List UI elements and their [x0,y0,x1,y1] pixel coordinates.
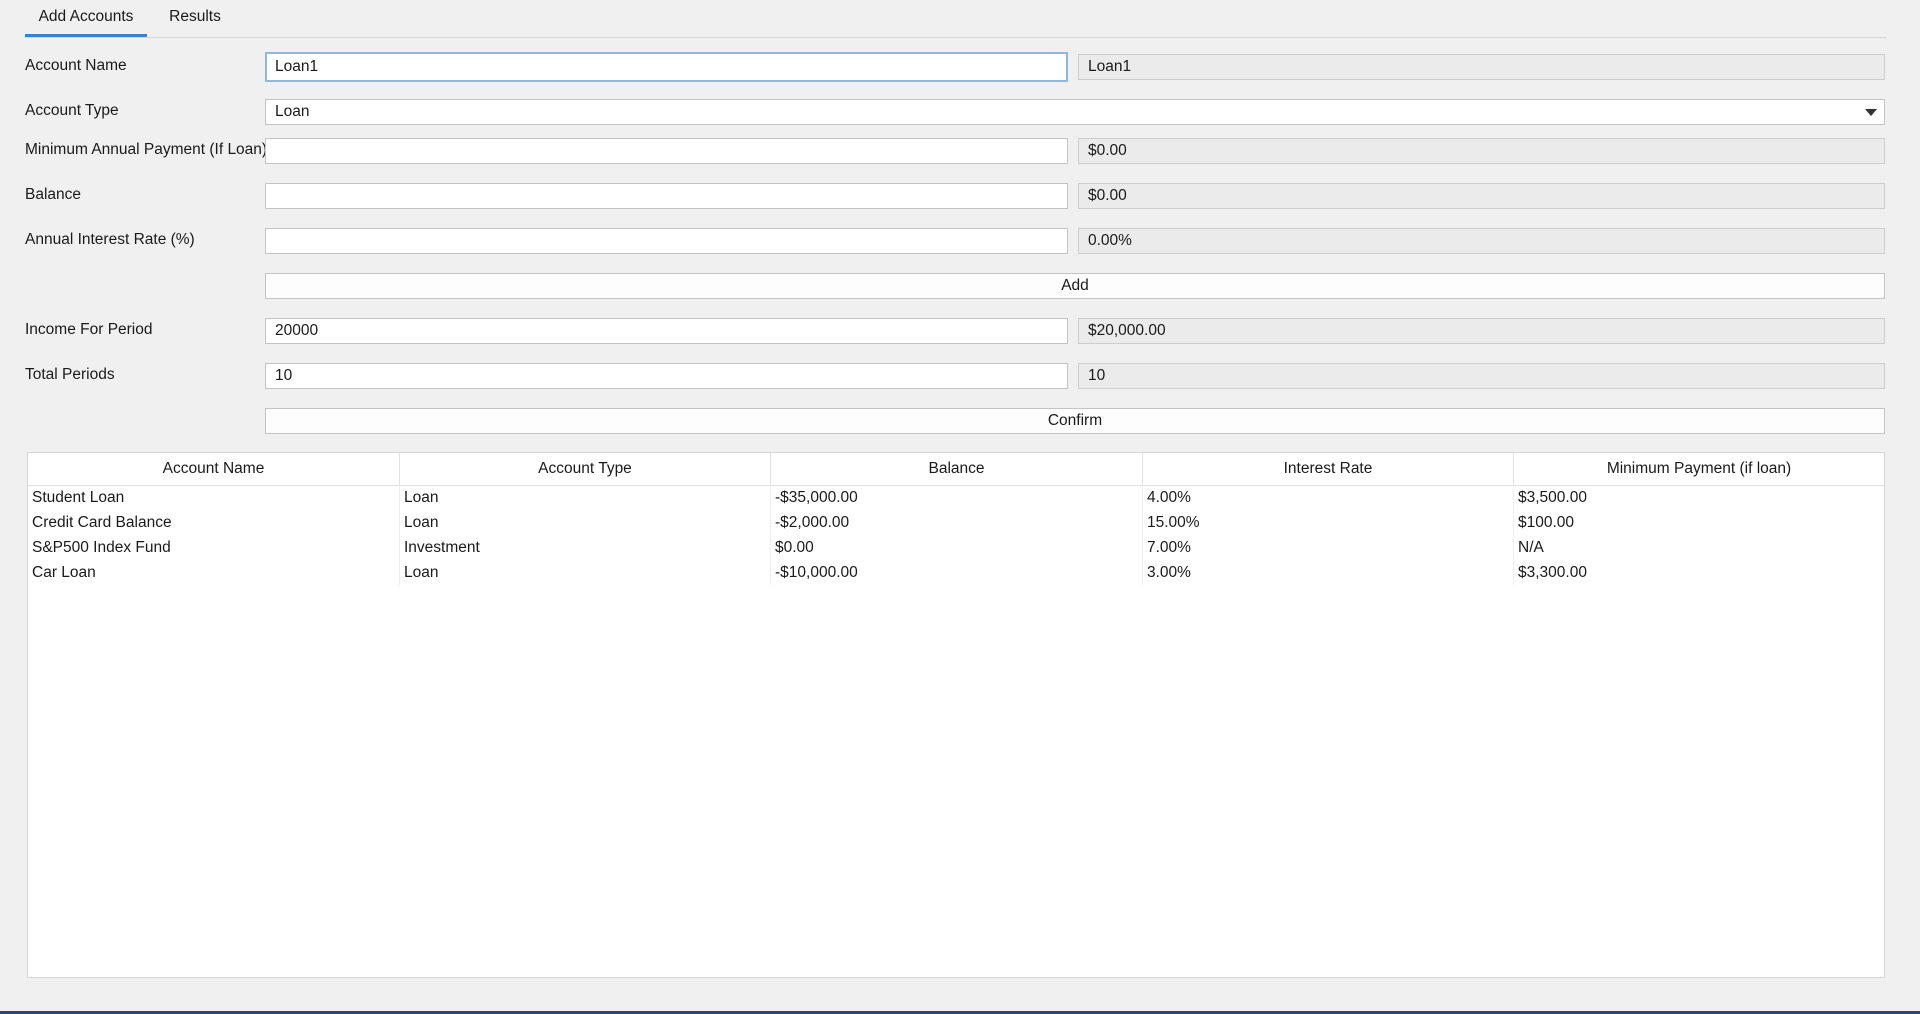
cell-minimum-payment: N/A [1518,539,1544,556]
column-header-account-type[interactable]: Account Type [400,453,771,485]
income-row: Income For Period $20,000.00 [0,318,1920,344]
cell-minimum-payment: $3,300.00 [1518,564,1587,581]
cell-interest-rate: 4.00% [1143,485,1514,510]
cell-balance: -$10,000.00 [771,560,1143,585]
interest-rate-row: Annual Interest Rate (%) 0.00% [0,228,1920,254]
table-row[interactable]: Car Loan Loan -$10,000.00 3.00% $3,300.0… [28,560,1884,585]
chevron-down-icon[interactable] [1865,109,1877,116]
tab-results[interactable]: Results [155,0,235,37]
account-type-label: Account Type [25,102,119,119]
min-payment-input[interactable] [265,138,1068,164]
cell-balance: -$35,000.00 [771,485,1143,510]
min-payment-row: Minimum Annual Payment (If Loan) $0.00 [0,138,1920,164]
cell-account-name: Car Loan [28,560,400,585]
tab-add-accounts[interactable]: Add Accounts [25,0,147,37]
cell-account-type: Loan [400,560,771,585]
total-periods-label: Total Periods [25,366,115,383]
tab-bar: Add Accounts Results [25,0,1887,38]
cell-interest-rate: 15.00% [1143,510,1514,535]
column-header-account-name[interactable]: Account Name [28,453,400,485]
cell-account-type: Loan [400,510,771,535]
balance-echo: $0.00 [1078,183,1885,209]
cell-balance: -$2,000.00 [771,510,1143,535]
total-periods-input[interactable] [265,363,1068,389]
account-type-row: Account Type Loan [0,99,1920,125]
cell-interest-rate: 7.00% [1143,535,1514,560]
cell-account-type: Investment [400,535,771,560]
column-header-minimum-payment[interactable]: Minimum Payment (if loan) [1514,453,1884,485]
account-type-select[interactable]: Loan [265,99,1885,125]
account-name-echo: Loan1 [1078,54,1885,80]
interest-rate-echo: 0.00% [1078,228,1885,254]
table-row[interactable]: Credit Card Balance Loan -$2,000.00 15.0… [28,510,1884,535]
account-name-row: Account Name Loan1 [0,50,1920,84]
table-header: Account Name Account Type Balance Intere… [28,453,1884,486]
min-payment-label: Minimum Annual Payment (If Loan) [25,141,268,158]
column-header-interest-rate[interactable]: Interest Rate [1143,453,1514,485]
cell-account-name: Credit Card Balance [28,510,400,535]
cell-account-type: Loan [400,485,771,510]
interest-rate-label: Annual Interest Rate (%) [25,231,195,248]
table-row[interactable]: Student Loan Loan -$35,000.00 4.00% $3,5… [28,485,1884,510]
balance-label: Balance [25,186,82,203]
cell-balance: $0.00 [771,535,1143,560]
income-echo: $20,000.00 [1078,318,1885,344]
interest-rate-input[interactable] [265,228,1068,254]
confirm-button[interactable]: Confirm [265,408,1885,434]
total-periods-echo: 10 [1078,363,1885,389]
income-input[interactable] [265,318,1068,344]
income-label: Income For Period [25,321,153,338]
total-periods-row: Total Periods 10 [0,363,1920,389]
add-button[interactable]: Add [265,273,1885,299]
column-header-balance[interactable]: Balance [771,453,1143,485]
account-name-label: Account Name [25,57,127,74]
cell-minimum-payment: $100.00 [1518,514,1575,531]
balance-row: Balance $0.00 [0,183,1920,209]
table-row[interactable]: S&P500 Index Fund Investment $0.00 7.00%… [28,535,1884,560]
account-type-selected: Loan [275,103,310,120]
cell-minimum-payment: $3,500.00 [1518,489,1587,506]
balance-input[interactable] [265,183,1068,209]
min-payment-echo: $0.00 [1078,138,1885,164]
cell-interest-rate: 3.00% [1143,560,1514,585]
cell-account-name: S&P500 Index Fund [28,535,400,560]
account-name-input[interactable] [265,52,1068,82]
accounts-table: Account Name Account Type Balance Intere… [27,452,1885,978]
cell-account-name: Student Loan [28,485,400,510]
